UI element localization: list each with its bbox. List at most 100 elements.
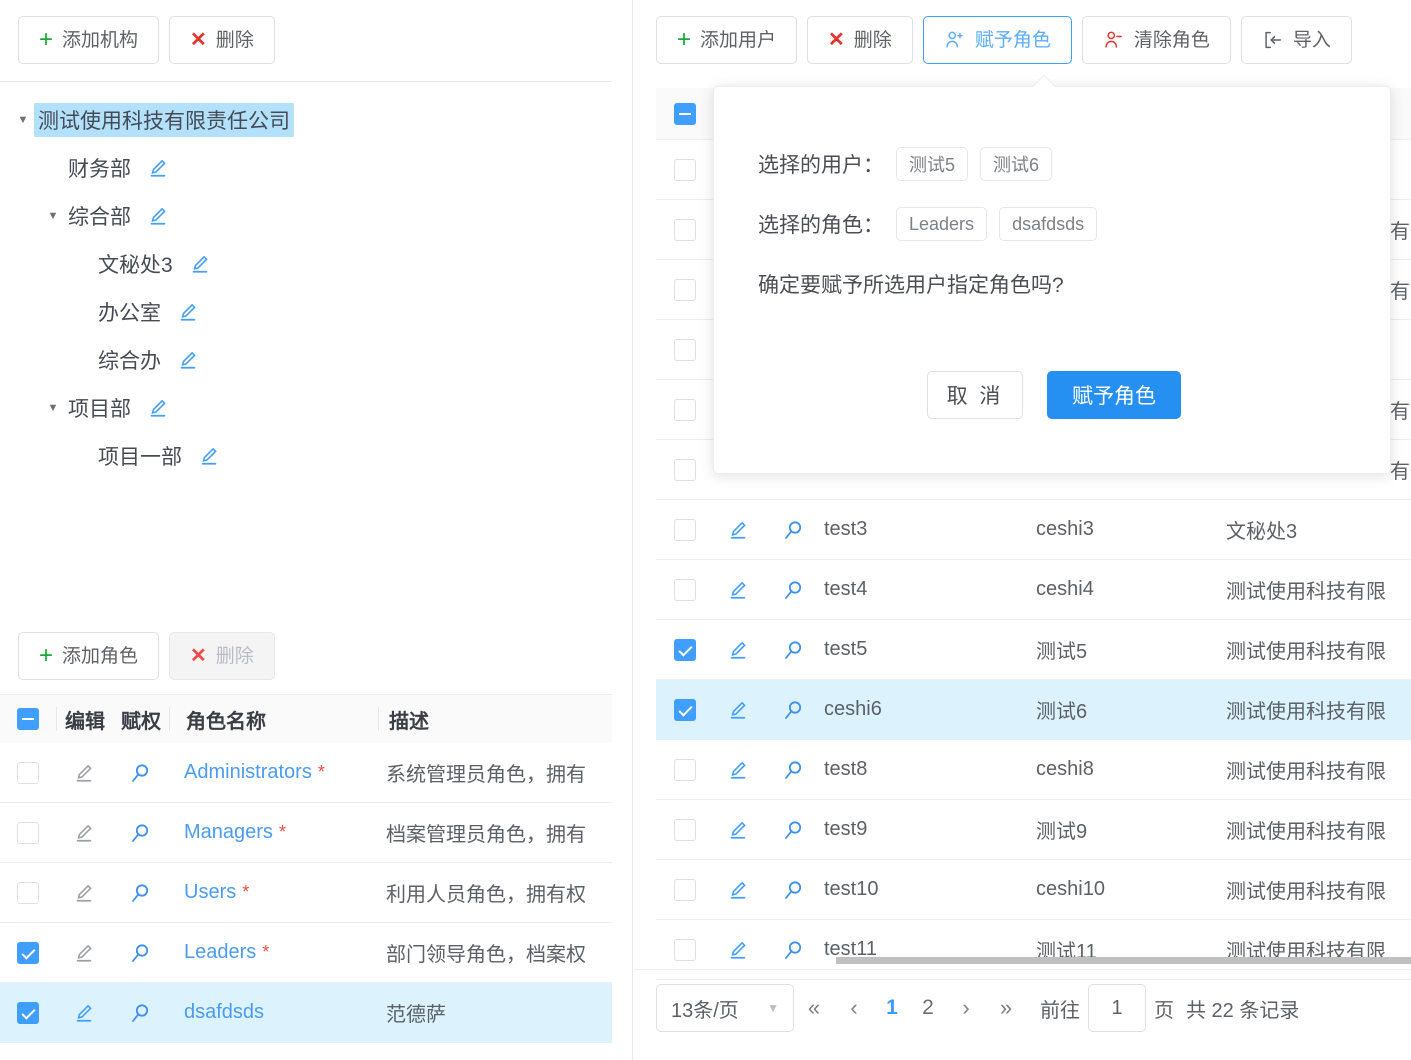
row-checkbox-cell[interactable] <box>656 698 714 721</box>
user-toolbar-button-2[interactable]: 赋予角色 <box>922 16 1072 64</box>
user-row-checkbox[interactable] <box>674 818 696 841</box>
row-checkbox-cell[interactable] <box>656 218 714 241</box>
tree-node[interactable]: ▼ 测试使用科技有限责任公司 <box>12 96 632 144</box>
row-checkbox-cell[interactable] <box>0 881 56 904</box>
user-row-checkbox[interactable] <box>674 218 696 241</box>
user-view-icon[interactable] <box>762 818 824 842</box>
role-table-row[interactable]: Administrators * 系统管理员角色，拥有 <box>0 743 612 803</box>
edit-pencil-icon[interactable] <box>147 397 169 419</box>
user-row-checkbox[interactable] <box>674 458 696 481</box>
user-select-all-cell[interactable] <box>656 102 714 125</box>
goto-page-input[interactable] <box>1088 984 1146 1032</box>
role-row-checkbox[interactable] <box>17 821 39 844</box>
next-page-button[interactable]: › <box>946 984 986 1032</box>
row-checkbox-cell[interactable] <box>656 878 714 901</box>
role-authorize-icon[interactable] <box>112 761 168 785</box>
role-name-cell[interactable]: Administrators * <box>168 761 376 784</box>
page-number-button[interactable]: 2 <box>910 984 946 1032</box>
user-view-icon[interactable] <box>762 578 824 602</box>
user-edit-icon[interactable] <box>714 699 762 721</box>
user-edit-icon[interactable] <box>714 759 762 781</box>
user-edit-icon[interactable] <box>714 819 762 841</box>
first-page-button[interactable]: « <box>794 984 834 1032</box>
row-checkbox-cell[interactable] <box>656 638 714 661</box>
role-table-row[interactable]: Managers * 档案管理员角色，拥有 <box>0 803 612 863</box>
role-name-cell[interactable]: Leaders * <box>168 941 376 964</box>
user-view-icon[interactable] <box>762 518 824 542</box>
row-checkbox-cell[interactable] <box>656 578 714 601</box>
role-authorize-icon[interactable] <box>112 941 168 965</box>
row-checkbox-cell[interactable] <box>0 761 56 784</box>
user-table-row[interactable]: test5 测试5 测试使用科技有限 <box>656 620 1411 680</box>
user-edit-icon[interactable] <box>714 579 762 601</box>
user-toolbar-button-4[interactable]: 导入 <box>1240 16 1352 64</box>
user-table-row[interactable]: ceshi6 测试6 测试使用科技有限 <box>656 680 1411 740</box>
user-table-row[interactable]: test3 ceshi3 文秘处3 <box>656 500 1411 560</box>
row-checkbox-cell[interactable] <box>656 158 714 181</box>
row-checkbox-cell[interactable] <box>656 458 714 481</box>
page-number-button[interactable]: 1 <box>874 984 910 1032</box>
user-view-icon[interactable] <box>762 758 824 782</box>
row-checkbox-cell[interactable] <box>656 338 714 361</box>
user-row-checkbox[interactable] <box>674 158 696 181</box>
role-name-cell[interactable]: Managers * <box>168 821 376 844</box>
user-row-checkbox[interactable] <box>674 578 696 601</box>
page-size-select[interactable]: 13条/页 ▼ <box>656 984 794 1032</box>
user-row-checkbox[interactable] <box>674 638 696 661</box>
user-edit-icon[interactable] <box>714 639 762 661</box>
delete-organization-button[interactable]: ✕ 删除 <box>169 16 275 64</box>
chevron-down-icon[interactable]: ▼ <box>12 114 34 126</box>
role-table-row[interactable]: dsafdsds 范德萨 <box>0 983 612 1043</box>
role-row-checkbox[interactable] <box>17 941 39 964</box>
role-authorize-icon[interactable] <box>112 821 168 845</box>
user-table-row[interactable]: test9 测试9 测试使用科技有限 <box>656 800 1411 860</box>
user-table-row[interactable]: test10 ceshi10 测试使用科技有限 <box>656 860 1411 920</box>
add-role-button[interactable]: + 添加角色 <box>18 632 160 680</box>
tree-node[interactable]: ▼项目一部 <box>12 432 632 480</box>
role-table-row[interactable]: Leaders * 部门领导角色，档案权 <box>0 923 612 983</box>
tree-node[interactable]: ▼办公室 <box>12 288 632 336</box>
user-table-row[interactable]: test8 ceshi8 测试使用科技有限 <box>656 740 1411 800</box>
role-edit-icon[interactable] <box>56 822 112 844</box>
user-row-checkbox[interactable] <box>674 758 696 781</box>
role-edit-icon[interactable] <box>56 762 112 784</box>
chevron-down-icon[interactable]: ▼ <box>42 402 64 414</box>
role-edit-icon[interactable] <box>56 1002 112 1024</box>
scrollbar-thumb[interactable] <box>836 957 1411 964</box>
role-row-checkbox[interactable] <box>17 1001 39 1024</box>
user-toolbar-button-0[interactable]: + 添加用户 <box>656 16 798 64</box>
edit-pencil-icon[interactable] <box>177 349 199 371</box>
row-checkbox-cell[interactable] <box>656 398 714 421</box>
tree-node[interactable]: ▼财务部 <box>12 144 632 192</box>
user-toolbar-button-1[interactable]: ✕ 删除 <box>807 16 913 64</box>
user-row-checkbox[interactable] <box>674 398 696 421</box>
tree-node[interactable]: ▼ 项目部 <box>12 384 632 432</box>
row-checkbox-cell[interactable] <box>656 278 714 301</box>
user-select-all-checkbox[interactable] <box>674 102 696 125</box>
role-table-row[interactable]: Users * 利用人员角色，拥有权 <box>0 863 612 923</box>
role-name-cell[interactable]: Users * <box>168 881 376 904</box>
add-organization-button[interactable]: + 添加机构 <box>18 16 160 64</box>
user-view-icon[interactable] <box>762 638 824 662</box>
role-edit-icon[interactable] <box>56 942 112 964</box>
user-table-row[interactable]: test4 ceshi4 测试使用科技有限 <box>656 560 1411 620</box>
confirm-assign-role-button[interactable]: 赋予角色 <box>1047 371 1181 419</box>
role-edit-icon[interactable] <box>56 882 112 904</box>
role-select-all-checkbox[interactable] <box>17 708 39 730</box>
edit-pencil-icon[interactable] <box>198 445 220 467</box>
tree-node[interactable]: ▼文秘处3 <box>12 240 632 288</box>
edit-pencil-icon[interactable] <box>147 157 169 179</box>
role-row-checkbox[interactable] <box>17 881 39 904</box>
role-select-all-cell[interactable] <box>0 708 56 730</box>
delete-role-button[interactable]: ✕ 删除 <box>169 632 275 680</box>
cancel-button[interactable]: 取 消 <box>927 371 1023 419</box>
user-edit-icon[interactable] <box>714 519 762 541</box>
user-view-icon[interactable] <box>762 698 824 722</box>
role-authorize-icon[interactable] <box>112 881 168 905</box>
edit-pencil-icon[interactable] <box>147 205 169 227</box>
user-row-checkbox[interactable] <box>674 878 696 901</box>
prev-page-button[interactable]: ‹ <box>834 984 874 1032</box>
user-edit-icon[interactable] <box>714 879 762 901</box>
row-checkbox-cell[interactable] <box>0 821 56 844</box>
user-row-checkbox[interactable] <box>674 698 696 721</box>
